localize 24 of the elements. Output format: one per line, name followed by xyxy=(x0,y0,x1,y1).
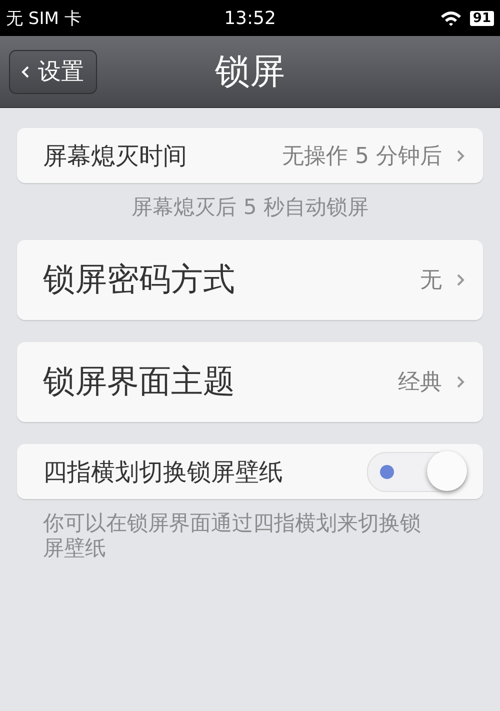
row-label: 屏幕熄灭时间 xyxy=(43,140,188,172)
hint-text: 你可以在锁屏界面通过四指横划来切换锁屏壁纸 xyxy=(42,511,422,562)
wifi-icon xyxy=(440,10,462,26)
row-label: 锁屏密码方式 xyxy=(43,259,236,300)
settings-row[interactable]: 锁屏密码方式 无 xyxy=(17,240,483,320)
page-title: 锁屏 xyxy=(215,51,285,94)
settings-row[interactable]: 锁屏界面主题 经典 xyxy=(17,342,483,422)
row-label: 四指横划切换锁屏壁纸 xyxy=(43,456,284,488)
row-value: 经典 xyxy=(398,369,442,398)
row-value: 无 xyxy=(420,267,442,296)
row-value: 无操作 5 分钟后 xyxy=(282,142,442,170)
clock-text: 13:52 xyxy=(224,8,276,28)
toggle-switch[interactable] xyxy=(367,452,467,492)
carrier-text: 无 SIM 卡 xyxy=(6,8,82,30)
chevron-left-icon xyxy=(20,64,30,78)
settings-row[interactable]: 四指横划切换锁屏壁纸 xyxy=(17,444,483,500)
chevron-right-icon xyxy=(456,148,465,162)
settings-row[interactable]: 屏幕熄灭时间 无操作 5 分钟后 xyxy=(17,128,483,183)
hint-text: 屏幕熄灭后 5 秒自动锁屏 xyxy=(130,195,370,220)
row-label: 锁屏界面主题 xyxy=(43,361,236,402)
chevron-right-icon xyxy=(456,375,465,390)
battery-level-text: 91 xyxy=(470,10,494,26)
chevron-right-icon xyxy=(456,273,465,288)
back-button[interactable]: 设置 xyxy=(9,50,97,94)
